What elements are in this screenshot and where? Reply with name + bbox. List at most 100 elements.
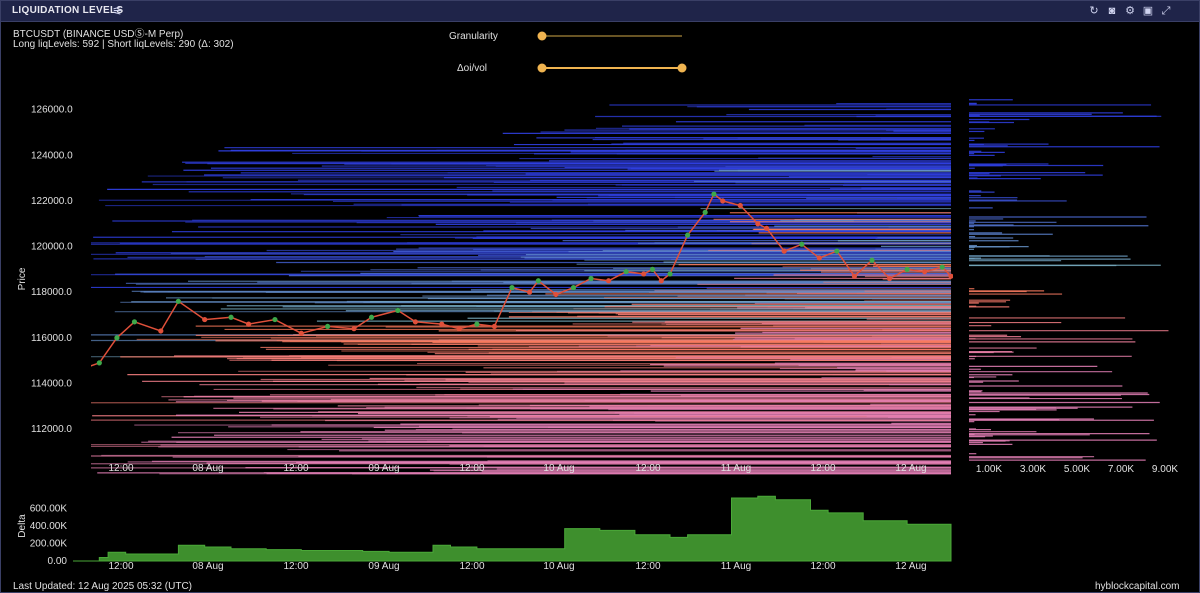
price-point xyxy=(553,291,559,298)
price-point xyxy=(869,257,875,263)
price-point xyxy=(202,316,208,323)
oi-vol-slider[interactable] xyxy=(537,63,687,73)
price-tick-label: 118000.0 xyxy=(31,287,72,298)
price-point xyxy=(175,298,181,304)
price-point xyxy=(799,241,805,247)
save-icon[interactable]: ▣ xyxy=(1141,4,1155,18)
price-point xyxy=(939,264,945,270)
granularity-slider-handle[interactable] xyxy=(537,31,547,41)
delta-tick-label: 200.00K xyxy=(30,539,68,550)
price-point xyxy=(781,248,787,254)
price-point xyxy=(456,326,462,332)
price-point xyxy=(605,278,612,284)
price-point xyxy=(412,319,419,325)
price-point xyxy=(246,321,252,327)
price-point xyxy=(158,328,164,334)
price-point xyxy=(764,225,770,231)
panel-title: LIQUIDATION LEVELS xyxy=(12,5,124,16)
price-point xyxy=(737,202,743,209)
price-point xyxy=(491,323,498,330)
delta-time-tick-label: 11 Aug xyxy=(721,561,751,572)
price-point xyxy=(325,323,331,330)
liquidation-histogram xyxy=(969,99,1169,461)
delta-axis-label: Delta xyxy=(17,514,28,538)
price-point xyxy=(851,273,858,279)
price-tick-label: 114000.0 xyxy=(31,378,72,389)
price-point xyxy=(298,330,304,336)
price-point xyxy=(834,248,840,254)
price-tick-label: 120000.0 xyxy=(31,242,73,253)
price-point xyxy=(948,273,953,279)
price-point xyxy=(685,232,691,238)
time-tick-label: 08 Aug xyxy=(192,463,223,474)
time-tick-label: 10 Aug xyxy=(543,463,574,474)
delta-time-tick-label: 09 Aug xyxy=(368,561,399,572)
delta-time-tick-label: 12:00 xyxy=(810,561,835,572)
price-tick-label: 122000.0 xyxy=(31,196,73,207)
granularity-slider[interactable] xyxy=(537,31,683,41)
price-point xyxy=(720,198,726,204)
price-point xyxy=(272,316,278,323)
delta-tick-label: 0.00 xyxy=(48,556,68,567)
liquidation-levels-panel: LIQUIDATION LEVELS ⚟ ↻ ◙ ⚙ ▣ ⤢ BTCUSDT (… xyxy=(0,0,1200,593)
delta-time-tick-label: 12:00 xyxy=(459,561,484,572)
time-tick-label: 11 Aug xyxy=(721,463,751,474)
time-tick-label: 12:00 xyxy=(635,463,660,474)
price-point xyxy=(474,321,480,327)
oi-vol-slider-handle-high[interactable] xyxy=(677,63,687,73)
delta-time-tick-label: 10 Aug xyxy=(543,561,574,572)
price-axis-label: Price xyxy=(17,267,28,290)
time-tick-label: 12:00 xyxy=(810,463,835,474)
expand-icon[interactable]: ⤢ xyxy=(1159,4,1173,18)
time-tick-label: 12:00 xyxy=(283,463,308,474)
refresh-icon[interactable]: ↻ xyxy=(1087,4,1101,18)
delta-tick-label: 600.00K xyxy=(30,504,68,515)
price-point xyxy=(96,360,102,366)
last-updated: Last Updated: 12 Aug 2025 05:32 (UTC) xyxy=(13,581,193,592)
price-point xyxy=(395,307,401,314)
price-point xyxy=(228,314,234,320)
delta-time-tick-label: 12:00 xyxy=(283,561,308,572)
price-point xyxy=(711,191,717,197)
time-tick-label: 12:00 xyxy=(108,463,133,474)
chart-canvas: 126000.0 124000.0 122000.0 120000.0 118000.0… xyxy=(17,31,1178,572)
price-tick-label: 124000.0 xyxy=(31,150,73,161)
time-tick-label: 12 Aug xyxy=(895,463,926,474)
brand-label: hyblockcapital.com xyxy=(1095,581,1180,592)
price-point xyxy=(649,266,656,272)
price-point xyxy=(623,269,629,275)
price-point xyxy=(641,271,647,277)
delta-area-path xyxy=(73,495,952,562)
price-point xyxy=(439,321,445,327)
price-point xyxy=(114,335,120,341)
price-point xyxy=(816,255,822,261)
gear-icon[interactable]: ⚙ xyxy=(1123,4,1137,18)
price-point xyxy=(922,269,928,275)
price-point xyxy=(667,271,673,277)
price-point xyxy=(368,314,375,320)
price-tick-label: 112000.0 xyxy=(31,424,72,435)
delta-time-tick-label: 12 Aug xyxy=(895,561,926,572)
histogram-tick-label: 7.00K xyxy=(1108,464,1134,475)
panel-titlebar: LIQUIDATION LEVELS ⚟ ↻ ◙ ⚙ ▣ ⤢ xyxy=(1,1,1199,22)
price-tick-label: 126000.0 xyxy=(31,105,73,116)
price-point xyxy=(535,278,541,284)
camera-icon[interactable]: ◙ xyxy=(1105,4,1119,18)
price-point xyxy=(526,289,533,295)
price-point xyxy=(904,266,910,272)
price-point xyxy=(351,326,357,332)
price-point xyxy=(588,275,594,282)
price-point xyxy=(658,278,664,284)
liquidation-heatmap xyxy=(91,103,951,475)
price-tick-label: 116000.0 xyxy=(31,333,72,344)
price-point xyxy=(570,285,577,291)
histogram-tick-label: 3.00K xyxy=(1020,464,1046,475)
time-tick-label: 12:00 xyxy=(459,463,484,474)
oi-vol-slider-handle-low[interactable] xyxy=(537,63,547,73)
price-point xyxy=(702,209,708,215)
histogram-tick-label: 1.00K xyxy=(976,464,1002,475)
histogram-tick-label: 9.00K xyxy=(1152,464,1178,475)
delta-time-tick-label: 12:00 xyxy=(635,561,660,572)
price-point xyxy=(886,275,893,282)
sliders-icon[interactable]: ⚟ xyxy=(112,4,123,18)
